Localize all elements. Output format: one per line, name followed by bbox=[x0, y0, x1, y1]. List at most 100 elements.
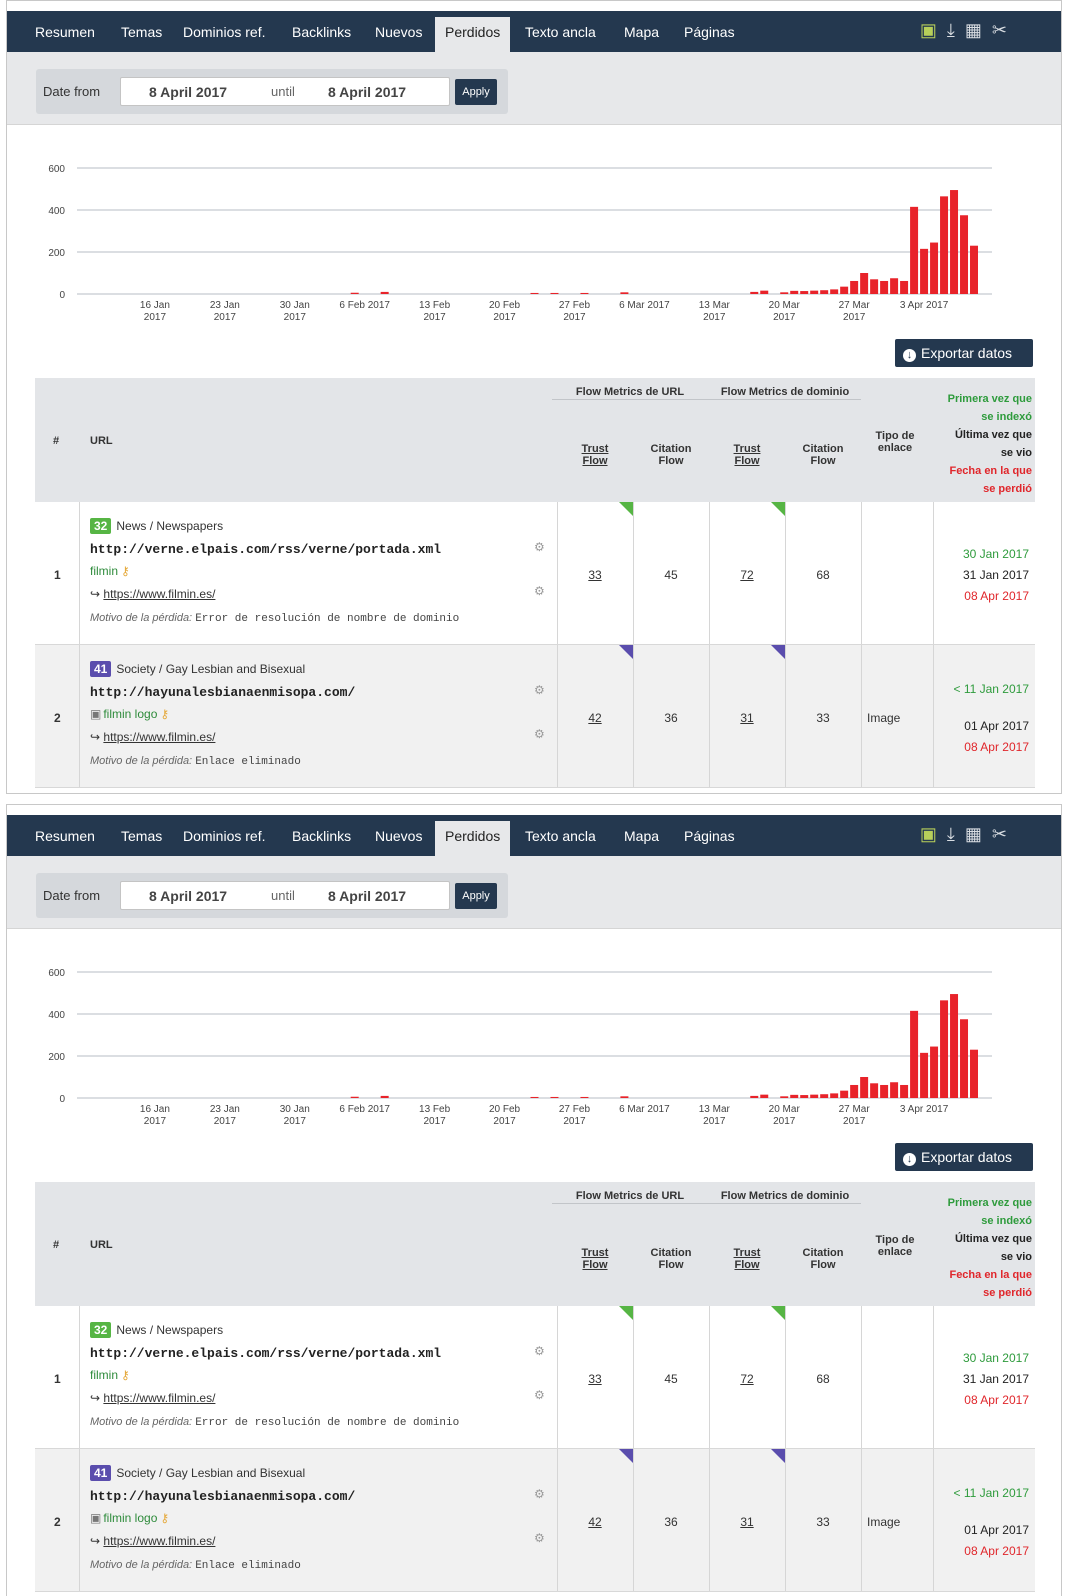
chart-bar bbox=[550, 1096, 559, 1098]
gear-icon[interactable]: ⚙ bbox=[534, 584, 545, 598]
settings-icon[interactable]: ✂ bbox=[992, 20, 1017, 40]
topic-category: 41 Society / Gay Lesbian and Bisexual bbox=[90, 1465, 305, 1481]
chart-bar bbox=[810, 1094, 819, 1098]
target-url-link[interactable]: https://www.filmin.es/ bbox=[103, 1534, 215, 1548]
tab-resumen[interactable]: Resumen bbox=[35, 828, 95, 844]
col-group-flow-domain: Flow Metrics de dominio bbox=[720, 386, 850, 398]
domain-citation-flow: 33 bbox=[816, 1515, 830, 1529]
key-icon: ⚷ bbox=[160, 1511, 170, 1525]
gear-icon[interactable]: ⚙ bbox=[534, 1487, 545, 1501]
date-range-input[interactable]: 8 April 2017 until 8 April 2017 bbox=[120, 77, 450, 106]
chart-bar bbox=[850, 280, 859, 294]
tab-paginas[interactable]: Páginas bbox=[684, 24, 735, 40]
domain-trust-flow[interactable]: 31 bbox=[709, 1515, 785, 1529]
y-tick-label: 0 bbox=[59, 1094, 65, 1105]
tab-texto-ancla[interactable]: Texto ancla bbox=[525, 24, 596, 40]
loss-reason-label: Motivo de la pérdida: bbox=[90, 1416, 193, 1428]
tab-temas[interactable]: Temas bbox=[121, 828, 162, 844]
tab-nuevos[interactable]: Nuevos bbox=[375, 24, 422, 40]
gear-icon[interactable]: ⚙ bbox=[534, 683, 545, 697]
chart-bar bbox=[830, 289, 839, 294]
gear-icon[interactable]: ⚙ bbox=[534, 540, 545, 554]
gear-icon[interactable]: ⚙ bbox=[534, 727, 545, 741]
col-domain-trust-flow[interactable]: Trust Flow bbox=[709, 443, 785, 467]
domain-trust-flow[interactable]: 72 bbox=[709, 568, 785, 582]
x-tick-label: 3 Apr 2017 bbox=[900, 300, 949, 311]
tab-dominios-ref[interactable]: Dominios ref. bbox=[183, 24, 265, 40]
domain-trust-flow[interactable]: 72 bbox=[709, 1372, 785, 1386]
domain-trust-flow[interactable]: 31 bbox=[709, 711, 785, 725]
source-url-link[interactable]: http://verne.elpais.com/rss/verne/portad… bbox=[90, 542, 441, 557]
tab-texto-ancla[interactable]: Texto ancla bbox=[525, 828, 596, 844]
gear-icon[interactable]: ⚙ bbox=[534, 1344, 545, 1358]
chart-bar bbox=[860, 273, 869, 294]
x-tick-label: 13 Feb bbox=[419, 1104, 451, 1115]
date-to-value: 8 April 2017 bbox=[328, 84, 407, 100]
col-url-citation-flow[interactable]: Citation Flow bbox=[633, 1247, 709, 1271]
tab-perdidos[interactable]: Perdidos bbox=[435, 17, 511, 52]
last-seen-date: 01 Apr 2017 bbox=[964, 1523, 1029, 1537]
target-url-link[interactable]: https://www.filmin.es/ bbox=[103, 730, 215, 744]
y-tick-label: 600 bbox=[48, 164, 65, 175]
tab-resumen[interactable]: Resumen bbox=[35, 24, 95, 40]
export-label: Exportar datos bbox=[921, 345, 1013, 361]
domain-citation-flow: 68 bbox=[816, 1372, 830, 1386]
first-indexed-date: 30 Jan 2017 bbox=[962, 547, 1029, 561]
col-domain-trust-flow[interactable]: Trust Flow bbox=[709, 1247, 785, 1271]
report-icon[interactable]: ▣ bbox=[920, 20, 947, 40]
calendar-icon[interactable]: ▦ bbox=[965, 824, 992, 844]
export-data-button[interactable]: ↓ Exportar datos bbox=[895, 1143, 1033, 1171]
apply-button[interactable]: Apply bbox=[455, 883, 497, 909]
hdr-last-seen: se vio bbox=[1000, 1251, 1032, 1263]
col-url[interactable]: URL bbox=[90, 1239, 113, 1251]
tab-mapa[interactable]: Mapa bbox=[624, 828, 659, 844]
tab-perdidos[interactable]: Perdidos bbox=[435, 821, 511, 856]
tab-temas[interactable]: Temas bbox=[121, 24, 162, 40]
url-trust-flow[interactable]: 33 bbox=[557, 568, 633, 582]
download-icon[interactable]: ⤓ bbox=[947, 20, 965, 40]
col-url-trust-flow[interactable]: Trust Flow bbox=[557, 443, 633, 467]
col-dates[interactable]: Primera vez que se indexó Última vez que s… bbox=[948, 1194, 1032, 1302]
url-trust-flow[interactable]: 42 bbox=[557, 1515, 633, 1529]
col-dates[interactable]: Primera vez que se indexó Última vez que s… bbox=[948, 390, 1032, 498]
url-trust-flow[interactable]: 42 bbox=[557, 711, 633, 725]
tab-backlinks[interactable]: Backlinks bbox=[292, 828, 351, 844]
apply-button[interactable]: Apply bbox=[455, 79, 497, 105]
tab-nuevos[interactable]: Nuevos bbox=[375, 828, 422, 844]
url-trust-flow[interactable]: 33 bbox=[557, 1372, 633, 1386]
col-url[interactable]: URL bbox=[90, 435, 113, 447]
settings-icon[interactable]: ✂ bbox=[992, 824, 1017, 844]
until-label: until bbox=[271, 888, 295, 903]
col-link-type[interactable]: Tipo de enlace bbox=[865, 1234, 925, 1258]
hdr-first-indexed: Primera vez que bbox=[947, 393, 1032, 405]
target-url-link[interactable]: https://www.filmin.es/ bbox=[103, 1391, 215, 1405]
col-domain-citation-flow[interactable]: Citation Flow bbox=[785, 443, 861, 467]
image-icon: ▣ bbox=[90, 707, 102, 721]
source-url-link[interactable]: http://verne.elpais.com/rss/verne/portad… bbox=[90, 1346, 441, 1361]
chart-bar bbox=[580, 292, 589, 294]
x-tick-label: 6 Feb 2017 bbox=[339, 1104, 390, 1115]
hdr-lost-date: Fecha en la que bbox=[949, 465, 1032, 477]
download-icon[interactable]: ⤓ bbox=[947, 824, 965, 844]
date-range-input[interactable]: 8 April 2017 until 8 April 2017 bbox=[120, 881, 450, 910]
tab-dominios-ref[interactable]: Dominios ref. bbox=[183, 828, 265, 844]
col-url-citation-flow[interactable]: Citation Flow bbox=[633, 443, 709, 467]
col-link-type[interactable]: Tipo de enlace bbox=[865, 430, 925, 454]
export-data-button[interactable]: ↓ Exportar datos bbox=[895, 339, 1033, 367]
calendar-icon[interactable]: ▦ bbox=[965, 20, 992, 40]
tab-paginas[interactable]: Páginas bbox=[684, 828, 735, 844]
col-domain-citation-flow[interactable]: Citation Flow bbox=[785, 1247, 861, 1271]
col-url-trust-flow[interactable]: Trust Flow bbox=[557, 1247, 633, 1271]
report-icon[interactable]: ▣ bbox=[920, 824, 947, 844]
tab-mapa[interactable]: Mapa bbox=[624, 24, 659, 40]
source-url-link[interactable]: http://hayunalesbianaenmisopa.com/ bbox=[90, 685, 355, 700]
chart-bar bbox=[800, 291, 809, 294]
col-group-flow-url: Flow Metrics de URL bbox=[575, 386, 685, 398]
x-tick-label: 2017 bbox=[703, 312, 726, 323]
source-url-link[interactable]: http://hayunalesbianaenmisopa.com/ bbox=[90, 1489, 355, 1504]
gear-icon[interactable]: ⚙ bbox=[534, 1531, 545, 1545]
table-row: 2 41 Society / Gay Lesbian and Bisexual h… bbox=[35, 1449, 1035, 1592]
gear-icon[interactable]: ⚙ bbox=[534, 1388, 545, 1402]
target-url-link[interactable]: https://www.filmin.es/ bbox=[103, 587, 215, 601]
tab-backlinks[interactable]: Backlinks bbox=[292, 24, 351, 40]
